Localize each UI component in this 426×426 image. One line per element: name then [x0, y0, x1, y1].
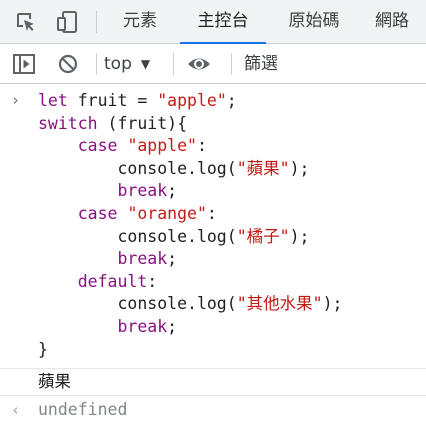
log-output: 蘋果: [38, 372, 71, 391]
code-text: ;: [167, 316, 178, 336]
code-keyword: break: [117, 316, 168, 336]
code-text: :: [147, 271, 158, 291]
code-string: "orange": [127, 203, 207, 223]
code-text: fruit =: [77, 91, 158, 110]
live-expression-eye-icon[interactable]: [182, 44, 216, 83]
code-text: console.log(: [38, 294, 237, 314]
input-prompt-icon: ›: [11, 91, 21, 109]
console-log-entry: 蘋果: [0, 369, 426, 396]
result-prompt-icon: ‹: [11, 401, 21, 419]
code-line: break;: [38, 248, 342, 271]
device-toolbar-icon[interactable]: [47, 0, 87, 43]
code-line: }: [38, 339, 342, 362]
code-text: :: [206, 203, 217, 223]
tab-console[interactable]: 主控台: [180, 0, 266, 44]
toolbar-separator: [173, 53, 174, 75]
clear-console-icon[interactable]: [51, 44, 85, 83]
code-keyword: break: [117, 181, 168, 201]
toolbar-separator: [231, 53, 232, 75]
caret-down-icon: ▼: [140, 56, 151, 71]
code-string: "蘋果": [236, 158, 290, 178]
console-input-entry: › let fruit = "apple"; switch (fruit){ ca…: [0, 90, 426, 369]
code-text: ;: [226, 91, 237, 110]
code-keyword: break: [117, 249, 168, 269]
code-text: console.log(: [38, 226, 237, 246]
code-string: "橘子": [236, 226, 290, 246]
devtools-window: 元素 主控台 原始碼 網路 top ▼ 篩選 › let fruit = "ap…: [0, 0, 426, 426]
code-line: console.log("其他水果");: [38, 293, 342, 316]
code-string: "apple": [157, 91, 227, 110]
code-line: let fruit = "apple";: [38, 90, 342, 113]
code-line: case "orange":: [38, 203, 342, 226]
code-string: "apple": [127, 136, 197, 156]
code-line: break;: [38, 180, 342, 203]
code-keyword: case: [77, 203, 118, 223]
tab-network[interactable]: 網路: [364, 0, 420, 43]
console-toolbar: top ▼: [0, 44, 426, 84]
code-text: );: [289, 158, 310, 178]
code-text: );: [289, 226, 310, 246]
show-sidebar-icon[interactable]: [7, 44, 41, 83]
tab-elements[interactable]: 元素: [110, 0, 170, 43]
inspect-element-icon[interactable]: [6, 0, 46, 43]
toolbar-separator: [96, 53, 97, 75]
context-selector[interactable]: top ▼: [104, 44, 166, 83]
code-line: break;: [38, 316, 342, 339]
code-block: let fruit = "apple"; switch (fruit){ case…: [38, 90, 342, 361]
result-value: undefined: [38, 400, 128, 419]
code-text: ;: [167, 249, 178, 269]
code-line: console.log("橘子");: [38, 226, 342, 249]
tab-sources[interactable]: 原始碼: [276, 0, 352, 43]
code-text: }: [38, 339, 48, 359]
filter-input[interactable]: [238, 50, 426, 77]
code-text: (fruit){: [97, 113, 188, 133]
console-result-entry: ‹ undefined: [0, 396, 426, 424]
context-value: top: [104, 53, 132, 74]
code-line: console.log("蘋果");: [38, 158, 342, 181]
console-panel: › let fruit = "apple"; switch (fruit){ ca…: [0, 84, 426, 426]
code-string: "其他水果": [236, 294, 323, 314]
code-text: );: [322, 294, 343, 314]
tabbar-separator: [96, 11, 97, 33]
code-text: :: [196, 136, 207, 156]
code-keyword: switch: [38, 113, 98, 133]
code-keyword: let: [38, 91, 78, 110]
code-line: default:: [38, 271, 342, 294]
code-keyword: case: [77, 136, 118, 156]
code-line: switch (fruit){: [38, 113, 342, 136]
code-text: console.log(: [38, 158, 237, 178]
code-keyword: default: [77, 271, 148, 291]
code-line: case "apple":: [38, 135, 342, 158]
devtools-tabbar: 元素 主控台 原始碼 網路: [0, 0, 426, 44]
code-text: ;: [167, 181, 178, 201]
